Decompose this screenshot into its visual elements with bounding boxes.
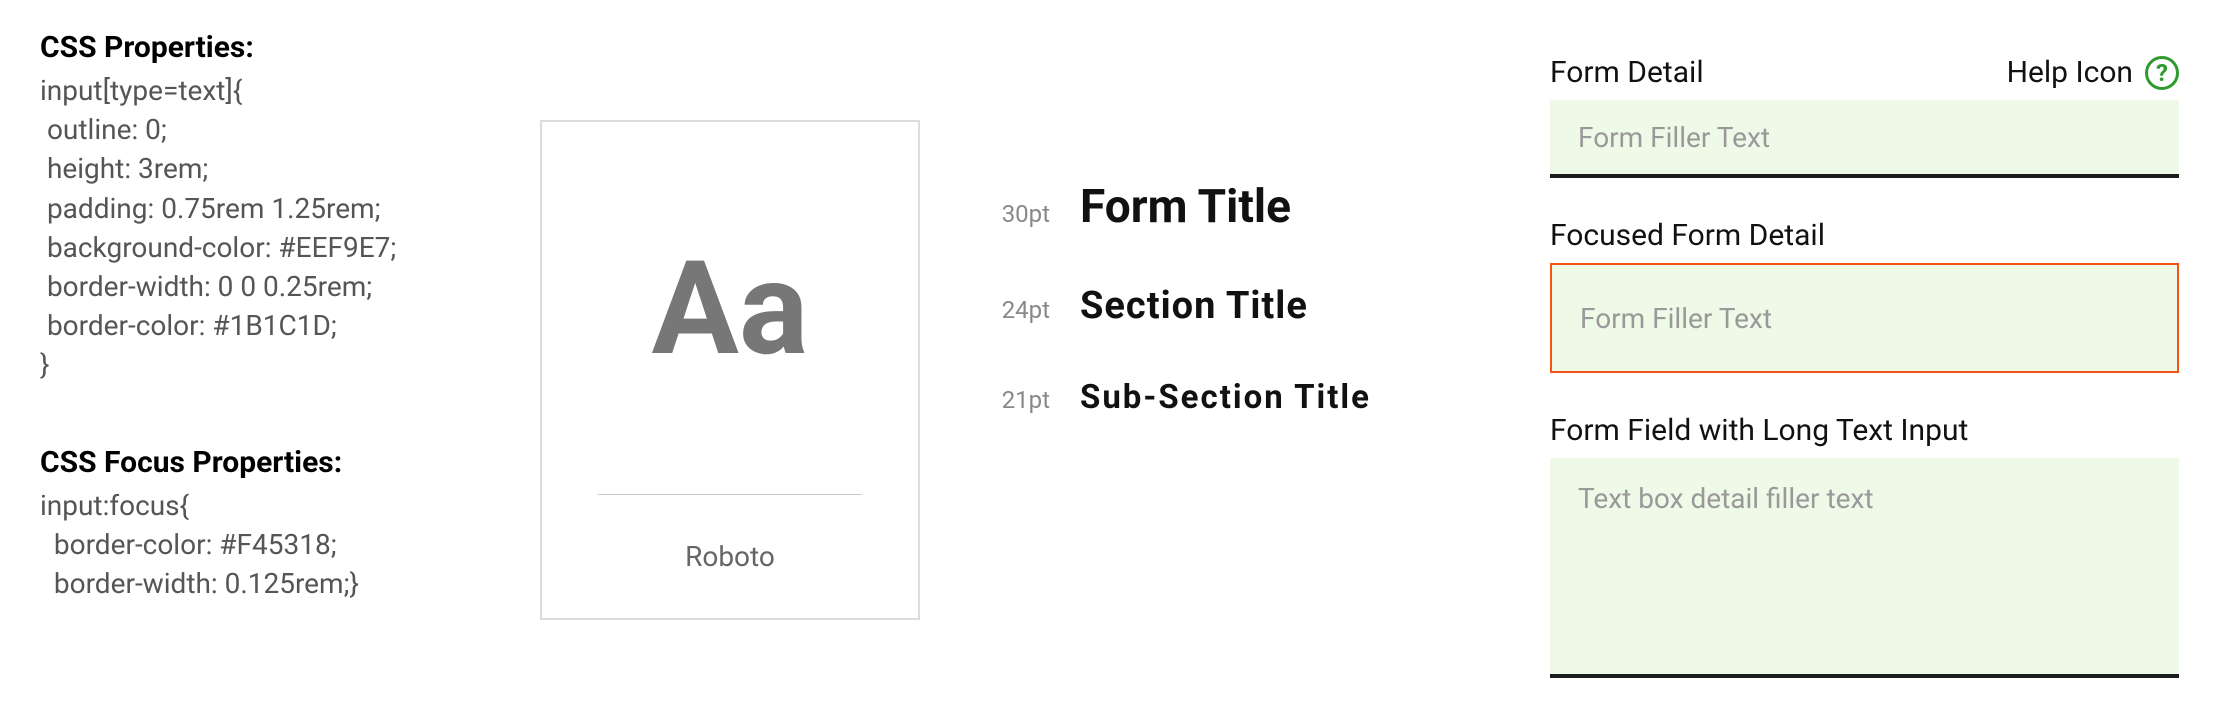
text-input-focused[interactable]: Form Filler Text (1550, 263, 2179, 373)
font-name-label: Roboto (685, 495, 775, 618)
css-properties-heading: CSS Properties: (40, 30, 520, 65)
font-sample-glyph: Aa (652, 232, 809, 385)
help-icon-wrap: Help Icon ? (2007, 55, 2179, 90)
textarea-placeholder: Text box detail filler text (1578, 482, 1874, 515)
form-label-row: Form Field with Long Text Input (1550, 413, 2179, 448)
type-scale-column: 30pt Form Title 24pt Section Title 21pt … (960, 30, 1520, 696)
font-sample-wrap: Aa (542, 122, 918, 494)
font-specimen-column: Aa Roboto (540, 30, 960, 696)
help-icon-label: Help Icon (2007, 55, 2133, 90)
form-preview-column: Form Detail Help Icon ? Form Filler Text… (1520, 30, 2179, 696)
css-focus-block: CSS Focus Properties: input:focus{ borde… (40, 445, 520, 604)
text-input-default[interactable]: Form Filler Text (1550, 100, 2179, 178)
css-properties-block: CSS Properties: input[type=text]{ outlin… (40, 30, 520, 385)
focused-form-label: Focused Form Detail (1550, 218, 1825, 253)
textarea-input[interactable]: Text box detail filler text (1550, 458, 2179, 678)
type-scale-row: 24pt Section Title (990, 284, 1520, 328)
form-label-row: Focused Form Detail (1550, 218, 2179, 253)
form-label-row: Form Detail Help Icon ? (1550, 55, 2179, 90)
input-placeholder: Form Filler Text (1578, 121, 1770, 154)
type-size-label: 30pt (990, 200, 1080, 228)
type-scale-row: 21pt Sub-Section Title (990, 378, 1520, 417)
css-code-column: CSS Properties: input[type=text]{ outlin… (40, 30, 540, 696)
css-focus-code: input:focus{ border-color: #F45318; bord… (40, 486, 520, 604)
type-sample-subsection-title: Sub-Section Title (1080, 378, 1371, 417)
type-size-label: 21pt (990, 386, 1080, 414)
type-sample-section-title: Section Title (1080, 284, 1308, 328)
form-group-focused: Focused Form Detail Form Filler Text (1550, 218, 2179, 373)
type-scale-row: 30pt Form Title (990, 180, 1520, 234)
help-icon[interactable]: ? (2145, 56, 2179, 90)
css-properties-code: input[type=text]{ outline: 0; height: 3r… (40, 71, 520, 385)
long-text-form-label: Form Field with Long Text Input (1550, 413, 1968, 448)
type-sample-form-title: Form Title (1080, 180, 1291, 234)
css-focus-heading: CSS Focus Properties: (40, 445, 520, 480)
font-card: Aa Roboto (540, 120, 920, 620)
styleguide-page: CSS Properties: input[type=text]{ outlin… (0, 0, 2219, 726)
form-group-textarea: Form Field with Long Text Input Text box… (1550, 413, 2179, 678)
type-size-label: 24pt (990, 296, 1080, 324)
input-placeholder: Form Filler Text (1580, 302, 1772, 335)
form-detail-label: Form Detail (1550, 55, 1704, 90)
form-group-default: Form Detail Help Icon ? Form Filler Text (1550, 55, 2179, 178)
